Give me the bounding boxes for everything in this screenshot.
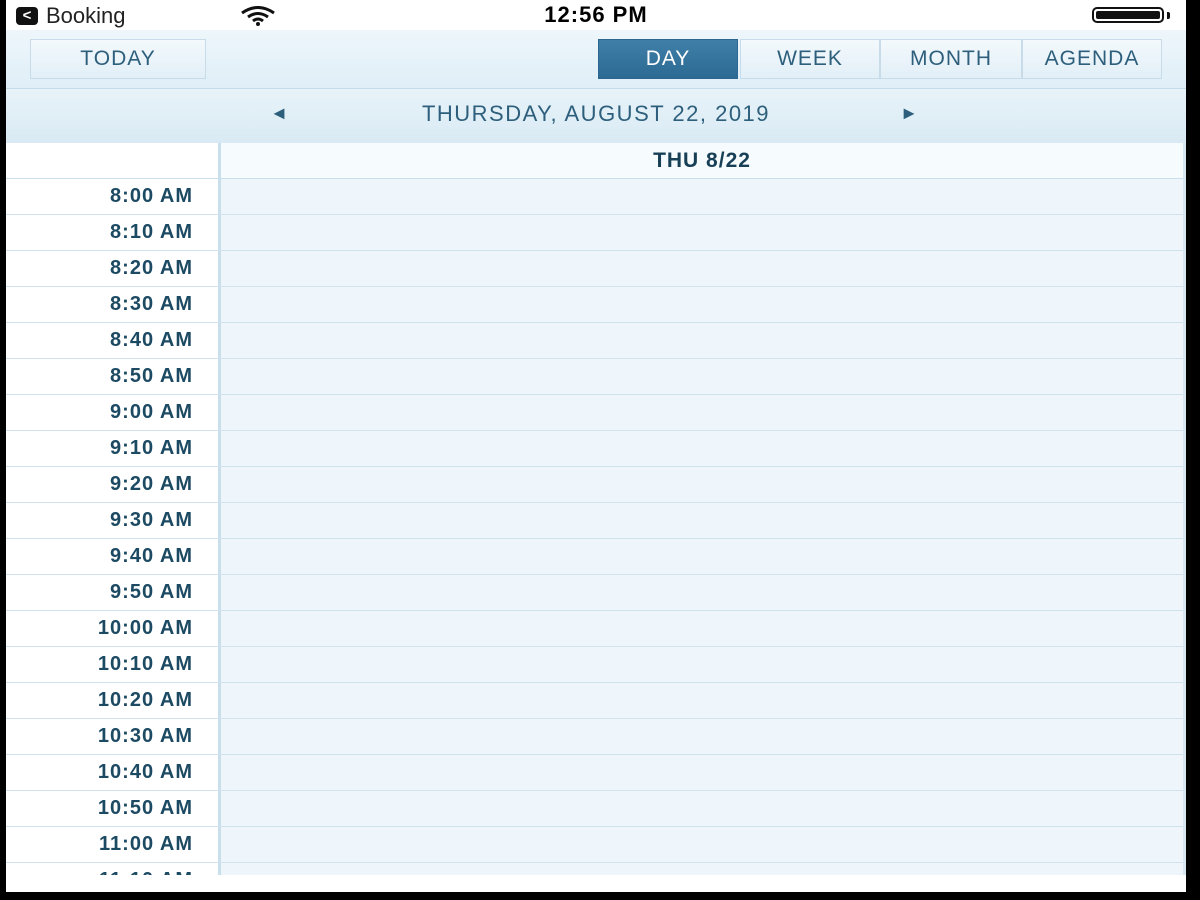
time-slot-label: 9:10 AM (6, 431, 193, 466)
status-bar: < Booking 12:56 PM (6, 0, 1186, 30)
time-slot-cell[interactable] (221, 179, 1183, 214)
time-slot-row: 9:30 AM (6, 503, 1183, 539)
grid-scroll-edge (1183, 143, 1186, 875)
time-slot-label: 8:10 AM (6, 215, 193, 250)
bottom-edge (6, 875, 1186, 892)
battery-tip (1167, 12, 1170, 19)
time-slot-row: 9:00 AM (6, 395, 1183, 431)
time-slot-label: 8:30 AM (6, 287, 193, 322)
time-slot-label: 8:40 AM (6, 323, 193, 358)
date-navigation: ◄ THURSDAY, AUGUST 22, 2019 ► (6, 89, 1186, 144)
battery-icon (1092, 7, 1164, 23)
time-slot-cell[interactable] (221, 863, 1183, 875)
time-slot-cell[interactable] (221, 539, 1183, 574)
tab-day[interactable]: DAY (598, 39, 738, 79)
time-slot-cell[interactable] (221, 395, 1183, 430)
time-slot-cell[interactable] (221, 287, 1183, 322)
time-slot-cell[interactable] (221, 575, 1183, 610)
next-day-arrow-icon[interactable]: ► (894, 103, 924, 124)
time-slot-row: 8:50 AM (6, 359, 1183, 395)
app-screen: < Booking 12:56 PM TODAY DAY WEEK MONTH … (6, 0, 1186, 892)
time-slot-label: 11:10 AM (6, 863, 193, 875)
time-slot-row: 8:20 AM (6, 251, 1183, 287)
tab-month[interactable]: MONTH (880, 39, 1022, 79)
time-slot-row: 10:40 AM (6, 755, 1183, 791)
time-slot-row: 10:50 AM (6, 791, 1183, 827)
time-slot-label: 8:20 AM (6, 251, 193, 286)
time-slot-cell[interactable] (221, 467, 1183, 502)
time-slot-row: 8:40 AM (6, 323, 1183, 359)
day-schedule-grid: THU 8/22 8:00 AM 8:10 AM 8:20 AM 8:30 AM 8:4… (6, 143, 1186, 875)
today-button[interactable]: TODAY (30, 39, 206, 79)
time-slot-label: 10:30 AM (6, 719, 193, 754)
time-slot-label: 9:20 AM (6, 467, 193, 502)
time-slot-label: 9:30 AM (6, 503, 193, 538)
time-slot-cell[interactable] (221, 647, 1183, 682)
time-slot-row: 11:00 AM (6, 827, 1183, 863)
time-slot-label: 9:00 AM (6, 395, 193, 430)
time-slot-cell[interactable] (221, 215, 1183, 250)
time-slot-cell[interactable] (221, 611, 1183, 646)
prev-day-arrow-icon[interactable]: ◄ (264, 103, 294, 124)
time-slot-label: 10:10 AM (6, 647, 193, 682)
time-slot-label: 10:00 AM (6, 611, 193, 646)
time-slot-row: 10:20 AM (6, 683, 1183, 719)
time-slot-row: 9:20 AM (6, 467, 1183, 503)
time-slot-label: 11:00 AM (6, 827, 193, 862)
time-slot-cell[interactable] (221, 359, 1183, 394)
time-slot-label: 10:50 AM (6, 791, 193, 826)
time-slot-label: 8:00 AM (6, 179, 193, 214)
current-date-title: THURSDAY, AUGUST 22, 2019 (421, 101, 771, 126)
time-slot-row: 10:00 AM (6, 611, 1183, 647)
time-slot-label: 10:40 AM (6, 755, 193, 790)
time-slot-row: 10:10 AM (6, 647, 1183, 683)
time-slot-row: 8:00 AM (6, 179, 1183, 215)
battery-level (1096, 11, 1160, 19)
time-slot-rows: 8:00 AM 8:10 AM 8:20 AM 8:30 AM 8:40 AM 8:50 … (6, 179, 1183, 875)
time-slot-cell[interactable] (221, 755, 1183, 790)
time-slot-label: 9:50 AM (6, 575, 193, 610)
time-slot-row: 9:40 AM (6, 539, 1183, 575)
time-column-header (6, 143, 218, 179)
time-slot-cell[interactable] (221, 683, 1183, 718)
time-slot-row: 10:30 AM (6, 719, 1183, 755)
time-slot-row: 9:50 AM (6, 575, 1183, 611)
time-slot-cell[interactable] (221, 827, 1183, 862)
time-slot-row: 8:10 AM (6, 215, 1183, 251)
time-slot-row: 11:10 AM (6, 863, 1183, 875)
time-slot-row: 9:10 AM (6, 431, 1183, 467)
tab-week[interactable]: WEEK (740, 39, 880, 79)
time-slot-cell[interactable] (221, 719, 1183, 754)
time-slot-label: 10:20 AM (6, 683, 193, 718)
time-slot-cell[interactable] (221, 431, 1183, 466)
calendar-toolbar: TODAY DAY WEEK MONTH AGENDA (6, 30, 1186, 89)
tab-agenda[interactable]: AGENDA (1022, 39, 1162, 79)
time-slot-label: 9:40 AM (6, 539, 193, 574)
time-slot-cell[interactable] (221, 251, 1183, 286)
time-slot-cell[interactable] (221, 791, 1183, 826)
status-time: 12:56 PM (544, 2, 648, 27)
time-slot-cell[interactable] (221, 503, 1183, 538)
time-slot-label: 8:50 AM (6, 359, 193, 394)
time-slot-row: 8:30 AM (6, 287, 1183, 323)
day-column-header: THU 8/22 (221, 143, 1183, 179)
time-slot-cell[interactable] (221, 323, 1183, 358)
